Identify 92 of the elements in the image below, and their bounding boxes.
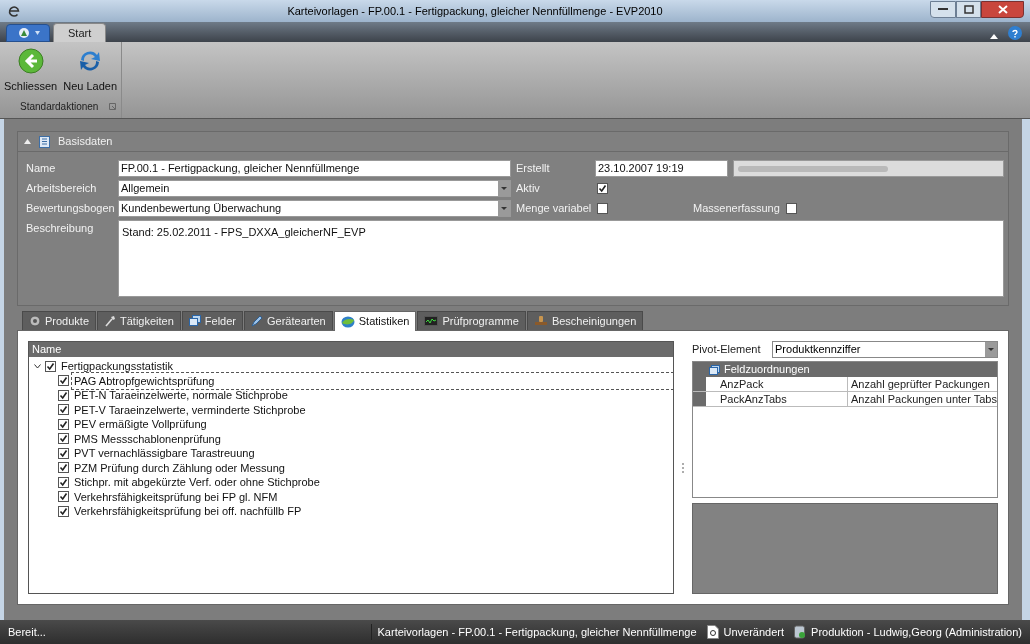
blurred-text-icon bbox=[738, 165, 888, 172]
tree-item[interactable]: Stichpr. mit abgekürzte Verf. oder ohne Stichprobe bbox=[72, 474, 322, 491]
row-header[interactable] bbox=[693, 392, 707, 406]
ribbon-tab[interactable]: Start bbox=[53, 23, 107, 42]
tab[interactable]: Gerätearten bbox=[244, 311, 333, 330]
window-icon bbox=[188, 315, 201, 327]
maximize-icon bbox=[963, 4, 974, 14]
arbeitsbereich-dropdown[interactable]: Allgemein bbox=[118, 180, 511, 197]
checkbox[interactable] bbox=[785, 203, 797, 214]
checkbox[interactable] bbox=[597, 183, 608, 194]
tab[interactable]: Bescheinigungen bbox=[526, 311, 644, 330]
row-header[interactable] bbox=[693, 377, 707, 391]
splitter-handle[interactable] bbox=[682, 462, 685, 473]
checkbox[interactable] bbox=[58, 404, 69, 416]
checkbox[interactable] bbox=[597, 203, 608, 214]
status-text: Bereit... bbox=[8, 624, 46, 640]
minimize-button[interactable] bbox=[930, 0, 956, 18]
table-cell: AnzPack bbox=[706, 377, 849, 391]
window-icon bbox=[709, 364, 721, 375]
checkbox[interactable] bbox=[58, 476, 69, 488]
close-button[interactable] bbox=[981, 0, 1024, 18]
stamp-icon bbox=[533, 315, 548, 327]
field-label: Arbeitsbereich bbox=[26, 181, 98, 197]
tree-item[interactable]: Verkehrsfähigkeitsprüfung bei FP gl. NFM bbox=[72, 488, 280, 505]
field-label: Beschreibung bbox=[26, 221, 95, 236]
app-logo-icon bbox=[8, 5, 20, 17]
pivot-dropdown[interactable]: Produktkennziffer bbox=[772, 341, 998, 358]
tree-item[interactable]: PMS Messschablonenprüfung bbox=[72, 430, 223, 447]
reload-button[interactable]: Neu Laden bbox=[61, 48, 120, 99]
app-logo-icon bbox=[16, 27, 31, 39]
checkbox[interactable] bbox=[45, 360, 56, 372]
field-label: Massenerfassung bbox=[693, 201, 780, 217]
field-label: Pivot-Element bbox=[692, 342, 762, 358]
tab[interactable]: Prüfprogramme bbox=[417, 311, 526, 330]
table-cell-text: Anzahl geprüfter Packungen bbox=[850, 377, 991, 391]
tab[interactable]: Felder bbox=[181, 311, 244, 330]
field-label: Name bbox=[26, 161, 57, 177]
tree-item[interactable]: Verkehrsfähigkeitsprüfung bei off. nachfüllb FP bbox=[72, 503, 304, 520]
checkbox[interactable] bbox=[58, 505, 69, 517]
tree-item[interactable]: PZM Prüfung durch Zählung oder Messung bbox=[72, 459, 287, 476]
expander-icon[interactable] bbox=[32, 363, 42, 369]
collapse-icon[interactable] bbox=[24, 139, 31, 144]
collapse-ribbon-icon[interactable] bbox=[990, 34, 998, 39]
wrench-icon bbox=[104, 315, 117, 327]
tree-item[interactable]: PAG Abtropfgewichtsprüfung bbox=[72, 372, 674, 389]
group-header: Feldzuordnungen bbox=[724, 362, 810, 378]
maximize-button[interactable] bbox=[956, 0, 981, 18]
checkbox[interactable] bbox=[58, 462, 69, 474]
checkbox[interactable] bbox=[58, 491, 69, 503]
close-icon bbox=[997, 4, 1008, 14]
checkbox[interactable] bbox=[58, 447, 69, 459]
form-icon bbox=[39, 135, 50, 148]
tab[interactable]: Produkte bbox=[22, 311, 97, 330]
tree-item[interactable]: PET-V Taraeinzelwerte, verminderte Stichprobe bbox=[72, 401, 308, 418]
status-document: Karteivorlagen - FP.00.1 - Fertigpackung, gleicher Nennfüllmenge bbox=[370, 623, 697, 641]
checkbox[interactable] bbox=[58, 433, 69, 445]
close-document-button[interactable]: Schliessen bbox=[2, 48, 60, 99]
section-title: Basisdaten bbox=[58, 134, 113, 150]
document-search-icon bbox=[706, 625, 719, 639]
tree-item[interactable]: PET-N Taraeinzelwerte, normale Stichprobe bbox=[72, 387, 290, 404]
monitor-icon bbox=[424, 315, 439, 327]
tab[interactable]: Statistiken bbox=[333, 311, 417, 331]
status-connection: Produktion - Ludwig,Georg (Administration) bbox=[811, 624, 1022, 640]
created-date-field[interactable]: 23.10.2007 19:19 bbox=[595, 160, 728, 177]
gear-icon bbox=[29, 315, 41, 327]
field-label: Menge variabel bbox=[515, 201, 593, 217]
pen-icon bbox=[251, 315, 264, 327]
globe-icon bbox=[340, 315, 355, 328]
checkbox[interactable] bbox=[58, 418, 69, 430]
column-header: Name bbox=[32, 342, 62, 358]
tab[interactable]: Tätigkeiten bbox=[97, 311, 181, 330]
tree-item[interactable]: Fertigpackungsstatistik bbox=[59, 358, 175, 375]
name-field[interactable]: FP.00.1 - Fertigpackung, gleicher Nennfüllmenge bbox=[118, 160, 511, 177]
group-label: Standardaktionen bbox=[20, 100, 99, 114]
tree-item[interactable]: PVT vernachlässigbare Tarastreuung bbox=[72, 445, 257, 462]
app-menu-button[interactable] bbox=[6, 24, 50, 42]
table-cell: PackAnzTabs bbox=[706, 392, 849, 406]
checkbox[interactable] bbox=[58, 375, 69, 387]
help-icon[interactable] bbox=[1008, 26, 1022, 40]
tree-item[interactable]: PEV ermäßigte Vollprüfung bbox=[72, 416, 209, 433]
window-title: Karteivorlagen - FP.00.1 - Fertigpackung, gleicher Nennfüllmenge - EVP2010 bbox=[287, 3, 663, 19]
minimize-icon bbox=[938, 7, 948, 11]
table-cell-text: Anzahl Packungen unter Tabs bbox=[850, 392, 997, 406]
field-label: Bewertungsbogen bbox=[26, 201, 116, 217]
bewertungsbogen-dropdown[interactable]: Kundenbewertung Überwachung bbox=[118, 200, 511, 217]
description-field[interactable]: Stand: 25.02.2011 - FPS_DXXA_gleicherNF_EVP bbox=[118, 220, 1004, 297]
checkbox[interactable] bbox=[58, 389, 69, 401]
field-label: Erstellt bbox=[515, 161, 551, 177]
field-label: Aktiv bbox=[515, 181, 541, 197]
database-icon bbox=[794, 625, 807, 639]
caret-icon bbox=[34, 31, 40, 35]
status-state: Unverändert bbox=[723, 624, 785, 640]
